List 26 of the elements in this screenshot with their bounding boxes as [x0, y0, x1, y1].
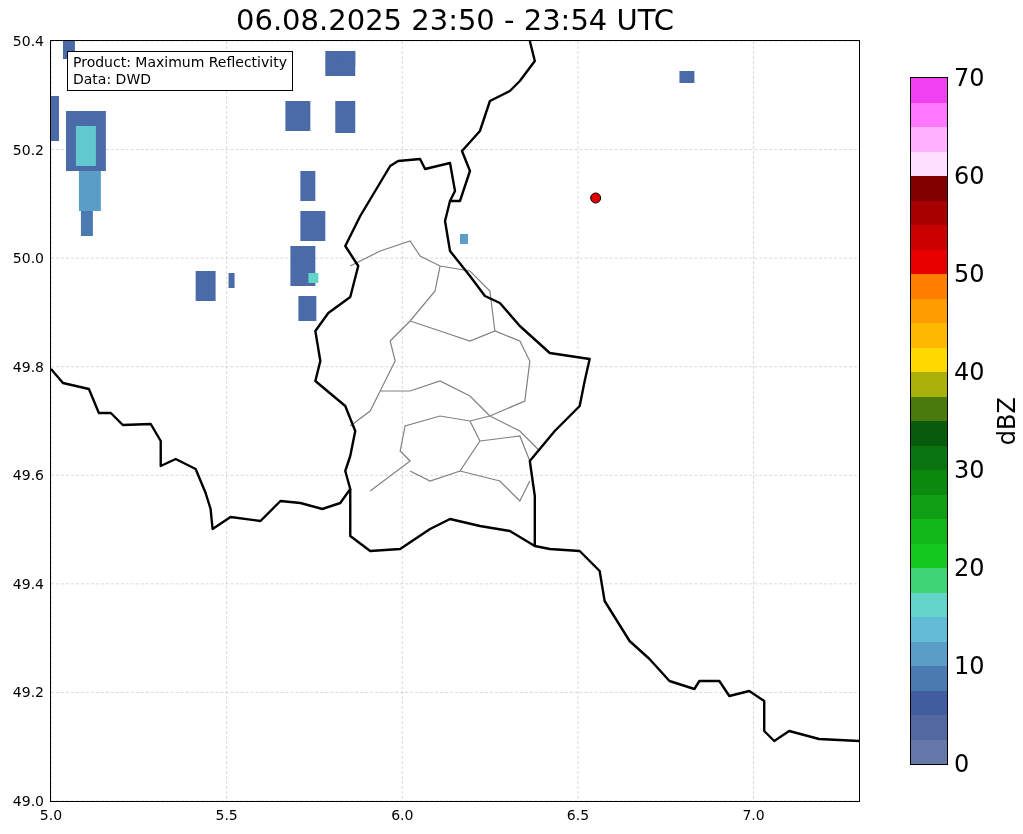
axis-tick-label: 49.4 [12, 575, 44, 592]
colorbar-tick-label: 0 [954, 750, 970, 778]
axis-tick-label: 6.0 [391, 807, 414, 823]
axis-tick-label: 6.5 [566, 807, 590, 823]
axis-tick-label: 5.0 [39, 807, 63, 823]
axis-tick-label: 50.0 [12, 250, 44, 267]
colorbar-tick-label: 30 [954, 456, 985, 484]
axis-tick-label: 50.2 [12, 141, 44, 158]
legend-text: Data: DWD [73, 71, 152, 88]
axis-tick-label: 49.0 [12, 793, 44, 809]
axis-tick-label: 49.6 [12, 467, 44, 484]
axis-tick-label: 5.5 [215, 807, 238, 823]
colorbar-tick-label: 50 [954, 260, 985, 288]
colorbar-tick-label: 60 [954, 162, 985, 190]
location-marker-icon [590, 192, 602, 204]
colorbar-label: dBZ [993, 396, 1022, 446]
axis-tick-label: 50.4 [12, 33, 44, 49]
colorbar-tick-label: 70 [954, 64, 985, 92]
axis-tick-label: 49.2 [12, 684, 44, 701]
colorbar-tick-label: 40 [954, 358, 985, 386]
axis-tick-label: 7.0 [742, 807, 765, 823]
colorbar-tick-label: 20 [954, 554, 985, 582]
chart-title: 06.08.2025 23:50 - 23:54 UTC [235, 3, 675, 37]
axis-tick-label: 49.8 [12, 358, 44, 375]
legend-text: Product: Maximum Reflectivity [73, 54, 287, 71]
colorbar-tick-label: 10 [954, 652, 985, 680]
